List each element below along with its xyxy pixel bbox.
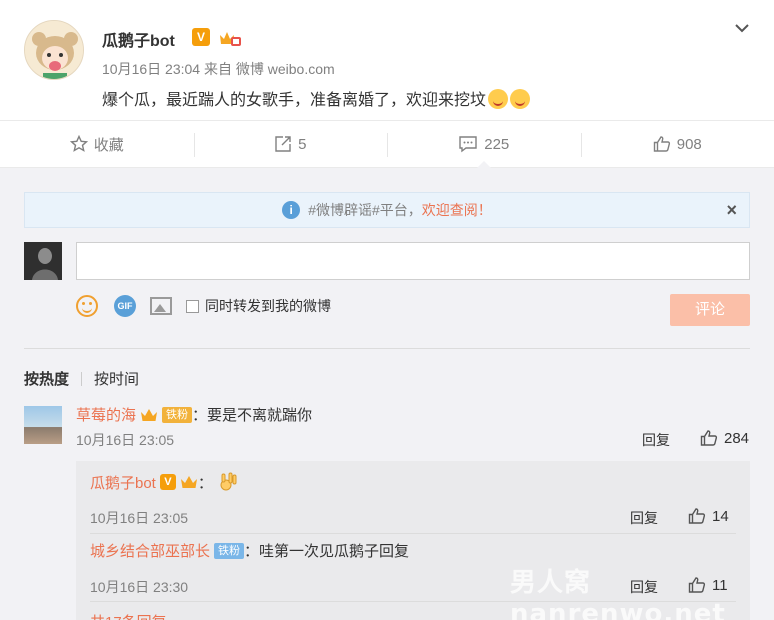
comment-line: 草莓的海 铁粉 ：要是不离就踹你 xyxy=(76,404,312,425)
more-replies-link[interactable]: 共17条回复 xyxy=(90,611,167,620)
crown-icon xyxy=(141,408,158,421)
reply-button[interactable]: 回复 xyxy=(630,508,658,528)
ok-hand-emoji-icon xyxy=(220,472,237,491)
crown-icon xyxy=(180,476,197,488)
watermark: 男人窝nanrenwo.net xyxy=(510,568,726,620)
user-photo-icon xyxy=(24,242,62,280)
sort-tabs: 按热度 按时间 xyxy=(24,368,139,389)
chevron-down-icon[interactable] xyxy=(734,20,750,36)
comment-like-button[interactable]: 284 xyxy=(700,429,749,447)
rumor-notice-banner: i #微博辟谣#平台， 欢迎查阅！ × xyxy=(24,192,750,228)
emoji-picker-icon[interactable] xyxy=(76,295,98,317)
image-upload-icon[interactable] xyxy=(150,297,172,315)
author-name[interactable]: 瓜鹅子bot xyxy=(102,27,175,51)
reply-like-count: 14 xyxy=(712,507,729,525)
forward-count: 5 xyxy=(298,135,307,153)
cartoon-avatar-icon xyxy=(25,21,83,79)
comment-like-count: 284 xyxy=(724,429,750,447)
notice-text: #微博辟谣#平台， xyxy=(308,202,422,218)
reply-like-button[interactable]: 14 xyxy=(688,507,729,525)
like-button[interactable]: 908 xyxy=(580,121,774,167)
blush-face-icon xyxy=(510,89,531,109)
blush-face-icon xyxy=(488,89,509,109)
comment-icon xyxy=(459,136,477,153)
comment-button[interactable]: 225 xyxy=(387,121,581,168)
comment-text: ：要是不离就踹你 xyxy=(192,407,313,424)
commenter-name[interactable]: 草莓的海 xyxy=(76,404,136,425)
action-bar: 收藏 5 225 908 xyxy=(0,120,774,168)
thumbs-up-icon xyxy=(700,430,718,446)
verified-badge-icon: V xyxy=(159,474,176,490)
divider xyxy=(24,348,750,349)
thumbs-up-icon xyxy=(688,508,706,524)
info-icon: i xyxy=(282,201,301,219)
favorite-button[interactable]: 收藏 xyxy=(0,121,194,167)
reply-button[interactable]: 回复 xyxy=(642,430,670,450)
reply-time: 10月16日 23:30 xyxy=(90,579,189,595)
post-text: 爆个瓜，最近踹人的女歌手，准备离婚了，欢迎来挖坟 xyxy=(102,92,487,109)
notice-link[interactable]: 欢迎查阅！ xyxy=(422,200,492,220)
divider xyxy=(90,533,736,534)
sort-separator xyxy=(81,371,83,386)
reply-text: ： xyxy=(197,474,213,492)
reply-line: 城乡结合部巫部长 铁粉 ：哇第一次见瓜鹅子回复 xyxy=(90,540,409,561)
star-icon xyxy=(69,135,88,152)
favorite-label: 收藏 xyxy=(93,136,124,154)
author-avatar[interactable] xyxy=(24,20,84,80)
forward-button[interactable]: 5 xyxy=(193,121,388,167)
reply-author-name[interactable]: 瓜鹅子bot xyxy=(90,472,156,493)
weibo-post: 瓜鹅子bot V 10月16日 23:04 来自 微博 weibo.com 爆个… xyxy=(0,0,774,120)
forward-checkbox[interactable] xyxy=(186,299,199,313)
reply-line: 瓜鹅子bot V ： xyxy=(90,471,239,493)
forward-checkbox-label: 同时转发到我的微博 xyxy=(205,298,331,314)
post-meta: 10月16日 23:04 来自 微博 weibo.com xyxy=(102,61,335,77)
reply-time: 10月16日 23:05 xyxy=(90,510,189,526)
reply-text: ：哇第一次见瓜鹅子回复 xyxy=(244,543,410,560)
comment-time: 10月16日 23:05 xyxy=(76,432,175,448)
comment-input[interactable] xyxy=(76,242,750,280)
fan-badge: 铁粉 xyxy=(214,542,245,559)
forward-icon xyxy=(275,136,291,152)
commenter-avatar[interactable] xyxy=(24,406,62,444)
thumbs-up-icon xyxy=(653,136,670,152)
sort-by-time-tab[interactable]: 按时间 xyxy=(94,368,139,389)
composer-toolbar: GIF 同时转发到我的微博 xyxy=(76,293,331,319)
like-count: 908 xyxy=(676,135,702,153)
current-user-avatar[interactable] xyxy=(24,242,62,280)
fan-badge: 铁粉 xyxy=(162,406,193,423)
fan-crown-icon xyxy=(220,32,241,46)
close-icon[interactable]: × xyxy=(726,200,737,221)
sort-by-hot-tab[interactable]: 按热度 xyxy=(24,368,69,389)
verified-badge-icon: V xyxy=(192,28,210,46)
reply-author-name[interactable]: 城乡结合部巫部长 xyxy=(90,540,210,561)
submit-comment-button[interactable]: 评论 xyxy=(670,294,750,326)
comments-panel: i #微博辟谣#平台， 欢迎查阅！ × GIF 同时转发到我的微博 评论 按热度… xyxy=(0,168,774,620)
gif-icon[interactable]: GIF xyxy=(114,295,136,317)
post-content: 爆个瓜，最近踹人的女歌手，准备离婚了，欢迎来挖坟 xyxy=(102,86,531,110)
comment-count: 225 xyxy=(484,135,510,153)
